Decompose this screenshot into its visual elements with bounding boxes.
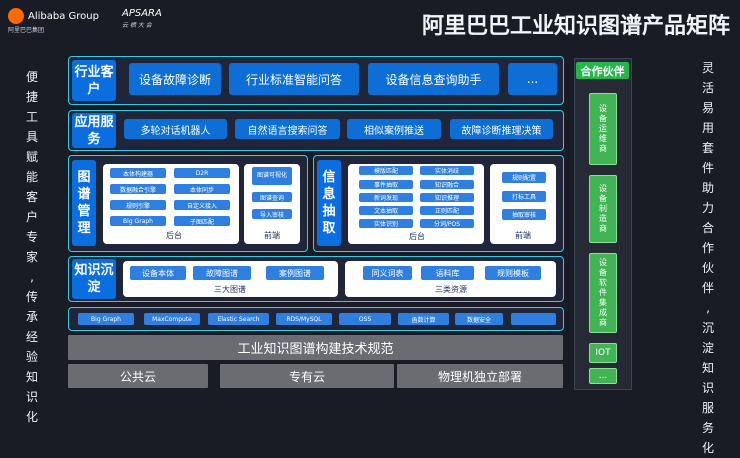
extraction-frontend-label: 前端 — [515, 230, 531, 240]
extraction-backend-label: 后台 — [409, 231, 425, 241]
regex-matching[interactable]: 正则匹配 — [420, 206, 474, 215]
graph-frontend-label: 前端 — [264, 230, 280, 240]
infra-maxcompute[interactable]: MaxCompute — [144, 313, 200, 325]
rule-configuration[interactable]: 规则配置 — [502, 172, 546, 183]
apsara-logo: APSARA 云 栖 大 会 — [122, 8, 162, 29]
natural-language-search-button[interactable]: 自然语言搜索问答 — [235, 119, 340, 139]
more-industry-button[interactable]: ... — [508, 63, 557, 95]
fault-diagnosis-reasoning-button[interactable]: 故障诊断推理决策 — [450, 119, 553, 139]
multi-turn-dialog-bot-button[interactable]: 多轮对话机器人 — [124, 119, 227, 139]
data-fusion-engine[interactable]: 数据融合引擎 — [110, 184, 166, 194]
infra-extra[interactable] — [511, 313, 556, 325]
equipment-fault-diagnosis-button[interactable]: 设备故障诊断 — [129, 63, 221, 95]
equipment-ontology[interactable]: 设备本体 — [130, 266, 186, 280]
case-graph[interactable]: 案例图谱 — [266, 266, 324, 280]
infra-big-graph[interactable]: Big Graph — [78, 313, 134, 325]
template-matching[interactable]: 模版匹配 — [359, 166, 413, 175]
knowledge-reasoning[interactable]: 知识推理 — [420, 193, 474, 202]
entity-disambiguation[interactable]: 实体消歧 — [420, 166, 474, 175]
application-services-label: 应用服务 — [72, 113, 116, 148]
equipment-info-query-button[interactable]: 设备信息查询助手 — [368, 63, 499, 95]
infra-function-compute[interactable]: 函数计算 — [398, 313, 449, 325]
new-word-discovery[interactable]: 新词发现 — [359, 193, 413, 202]
page-title: 阿里巴巴工业知识图谱产品矩阵 — [421, 14, 730, 39]
three-resources-label: 三类资源 — [435, 284, 467, 294]
ontology-builder[interactable]: 本体构建器 — [110, 168, 166, 178]
text-extraction[interactable]: 文本抽取 — [359, 206, 413, 215]
labeling-tool[interactable]: 打标工具 — [502, 191, 546, 202]
graph-backend-label: 后台 — [166, 230, 182, 240]
knowledge-fusion[interactable]: 知识融合 — [420, 180, 474, 189]
custom-access[interactable]: 自定义接入 — [174, 200, 230, 210]
graph-query[interactable]: 图谱查询 — [252, 192, 292, 202]
partner-iot[interactable]: IOT — [589, 343, 617, 363]
physical-machine-deployment[interactable]: 物理机独立部署 — [397, 364, 563, 388]
partner-more[interactable]: ... — [589, 368, 617, 384]
graph-visualization[interactable]: 图谱可视化 — [252, 167, 292, 185]
import-review[interactable]: 导入审核 — [252, 209, 292, 219]
alibaba-logo-icon — [8, 8, 24, 24]
partner-software-integrator[interactable]: 设备软件集成商 — [589, 253, 617, 333]
similar-case-push-button[interactable]: 相似案例推送 — [347, 119, 441, 139]
public-cloud[interactable]: 公共云 — [68, 364, 208, 388]
extraction-review[interactable]: 抽取审核 — [502, 209, 546, 220]
d2r[interactable]: D2R — [174, 168, 230, 178]
infra-elastic-search[interactable]: Elastic Search — [208, 313, 269, 325]
fault-graph[interactable]: 故障图谱 — [193, 266, 251, 280]
subgraph-matching[interactable]: 子图匹配 — [174, 216, 230, 226]
partners-title: 合作伙伴 — [576, 62, 629, 79]
segmentation-pos[interactable]: 分词/POS — [420, 219, 474, 228]
ontology-sync[interactable]: 本体同步 — [174, 184, 230, 194]
entity-recognition[interactable]: 实体识别 — [359, 219, 413, 228]
partner-manufacturer[interactable]: 设备制造商 — [589, 175, 617, 243]
rule-engine[interactable]: 规则引擎 — [110, 200, 166, 210]
information-extraction-label: 信息抽取 — [317, 160, 341, 246]
left-vertical-caption: 便捷工具赋能客户专家,传承经验知识化 — [25, 70, 38, 424]
infra-oss[interactable]: OSS — [339, 313, 391, 325]
infra-rds-mysql[interactable]: RDS/MySQL — [276, 313, 332, 325]
industry-customers-label: 行业客户 — [72, 60, 116, 101]
three-graphs-label: 三大图谱 — [214, 284, 246, 294]
alibaba-group-logo: Alibaba Group 阿里巴巴集团 — [8, 8, 120, 34]
private-cloud[interactable]: 专有云 — [220, 364, 394, 388]
graph-management-label: 图谱管理 — [72, 160, 96, 246]
big-graph[interactable]: Big Graph — [110, 216, 166, 226]
industry-standard-qa-button[interactable]: 行业标准智能问答 — [229, 63, 359, 95]
partner-maintenance[interactable]: 设备运维商 — [589, 93, 617, 165]
knowledge-deposition-label: 知识沉淀 — [72, 259, 116, 299]
technical-standard-bar: 工业知识图谱构建技术规范 — [68, 335, 563, 360]
rule-template[interactable]: 规则模板 — [485, 266, 541, 280]
corpus[interactable]: 语料库 — [421, 266, 474, 280]
right-vertical-caption: 灵活易用套件助力合作伙伴,沉淀知识服务化 — [701, 61, 714, 455]
infra-data-security[interactable]: 数据安全 — [455, 313, 503, 325]
event-extraction[interactable]: 事件抽取 — [359, 180, 413, 189]
synonym-table[interactable]: 同义词表 — [363, 266, 412, 280]
